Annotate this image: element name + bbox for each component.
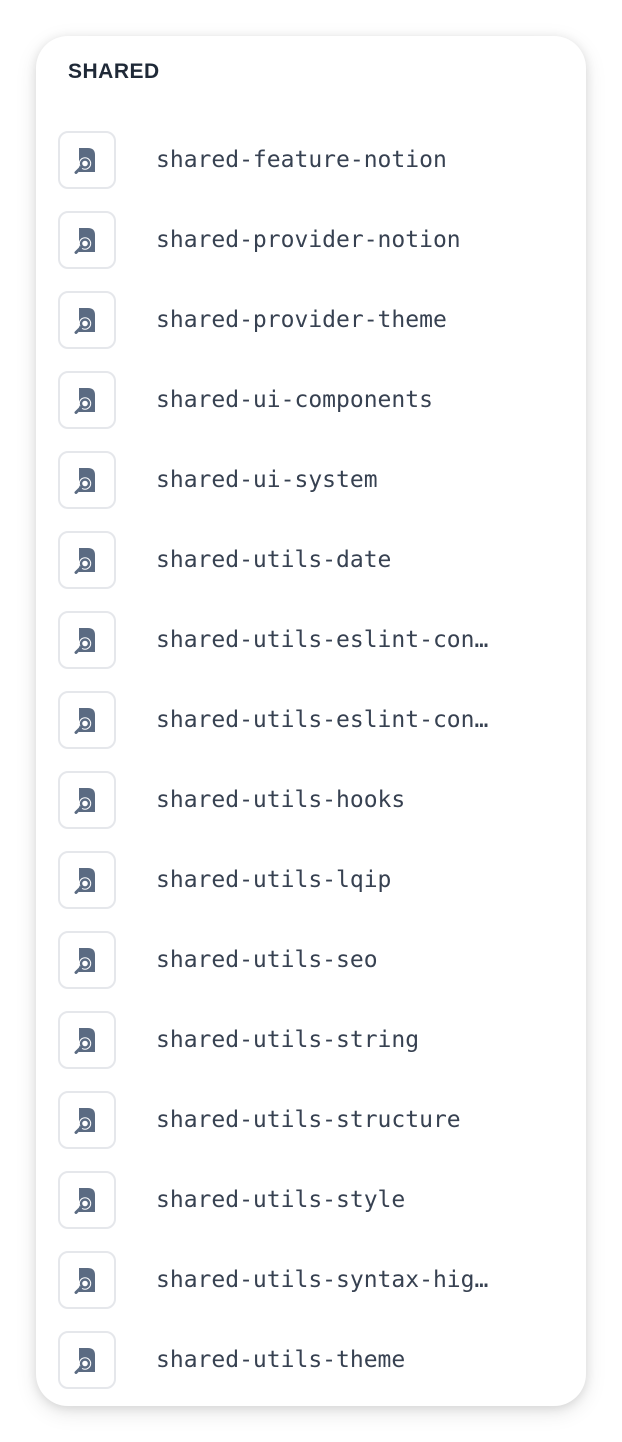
library-search-icon <box>58 611 116 669</box>
list-item[interactable]: shared-utils-style <box>58 1170 502 1230</box>
list-item-label: shared-ui-system <box>156 467 378 493</box>
library-search-icon <box>58 211 116 269</box>
list-item[interactable]: shared-utils-hooks <box>58 770 502 830</box>
library-search-icon <box>58 931 116 989</box>
library-search-icon <box>58 1091 116 1149</box>
list-item[interactable]: shared-ui-system <box>58 450 502 510</box>
library-search-icon <box>58 1171 116 1229</box>
list-item-label: shared-utils-style <box>156 1187 406 1213</box>
library-search-icon <box>58 451 116 509</box>
list-item[interactable]: shared-utils-eslint-con… <box>58 610 502 670</box>
library-search-icon <box>58 371 116 429</box>
library-search-icon <box>58 691 116 749</box>
shared-panel: SHARED shared-feature-notion shared-provi… <box>36 36 586 1406</box>
list-item[interactable]: shared-utils-string <box>58 1010 502 1070</box>
list-item-label: shared-utils-theme <box>156 1347 406 1373</box>
list-item[interactable]: shared-utils-date <box>58 530 502 590</box>
list-item-label: shared-utils-seo <box>156 947 378 973</box>
list-item-label: shared-utils-lqip <box>156 867 392 893</box>
library-search-icon <box>58 291 116 349</box>
list-item-label: shared-ui-components <box>156 387 433 413</box>
list-item[interactable]: shared-utils-structure <box>58 1090 502 1150</box>
list-item[interactable]: shared-utils-theme <box>58 1330 502 1390</box>
library-search-icon <box>58 1331 116 1389</box>
list-item-label: shared-feature-notion <box>156 147 447 173</box>
list-item-label: shared-utils-string <box>156 1027 420 1053</box>
section-title: SHARED <box>68 60 160 83</box>
library-search-icon <box>58 531 116 589</box>
list-item[interactable]: shared-provider-theme <box>58 290 502 350</box>
list-item-label: shared-utils-hooks <box>156 787 406 813</box>
library-list: shared-feature-notion shared-provider-not… <box>58 130 502 1390</box>
library-search-icon <box>58 851 116 909</box>
list-item-label: shared-utils-eslint-con… <box>156 627 489 653</box>
list-item[interactable]: shared-feature-notion <box>58 130 502 190</box>
list-item-label: shared-utils-date <box>156 547 392 573</box>
library-search-icon <box>58 131 116 189</box>
list-item[interactable]: shared-provider-notion <box>58 210 502 270</box>
library-search-icon <box>58 1251 116 1309</box>
list-item[interactable]: shared-utils-seo <box>58 930 502 990</box>
library-search-icon <box>58 771 116 829</box>
list-item[interactable]: shared-ui-components <box>58 370 502 430</box>
list-item[interactable]: shared-utils-syntax-hig… <box>58 1250 502 1310</box>
library-search-icon <box>58 1011 116 1069</box>
list-item-label: shared-utils-structure <box>156 1107 461 1133</box>
list-item-label: shared-utils-eslint-con… <box>156 707 489 733</box>
list-item-label: shared-utils-syntax-hig… <box>156 1267 489 1293</box>
list-item[interactable]: shared-utils-eslint-con… <box>58 690 502 750</box>
list-item-label: shared-provider-notion <box>156 227 461 253</box>
list-item-label: shared-provider-theme <box>156 307 447 333</box>
list-item[interactable]: shared-utils-lqip <box>58 850 502 910</box>
